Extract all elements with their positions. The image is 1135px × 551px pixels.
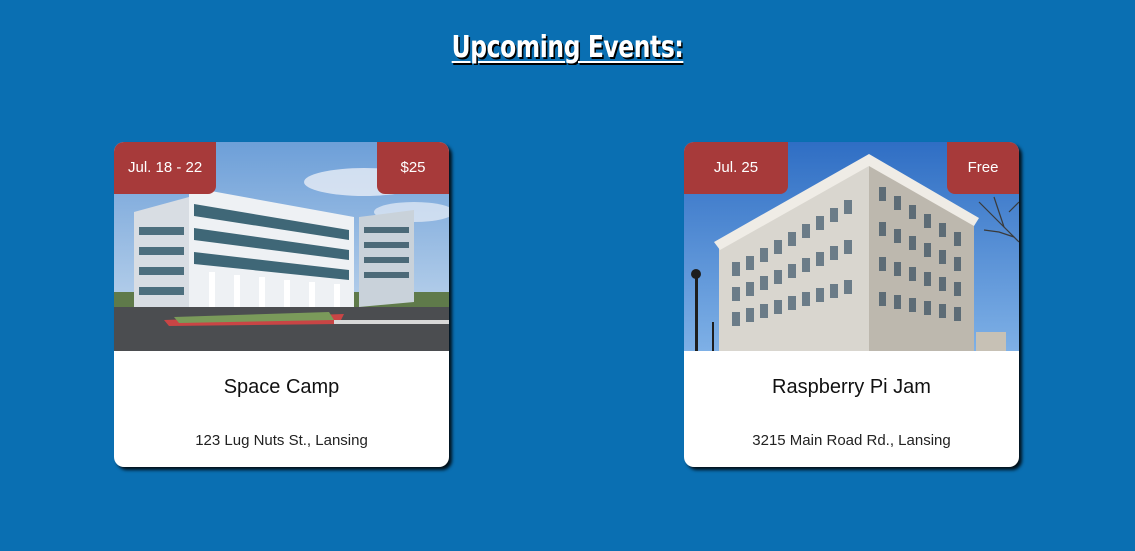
event-title[interactable]: Space Camp: [114, 376, 449, 399]
event-title[interactable]: Raspberry Pi Jam: [684, 376, 1019, 399]
event-price-badge: $25: [377, 142, 449, 194]
event-card-space-camp[interactable]: Jul. 18 - 22 $25 Space Camp 123 Lug Nuts…: [114, 142, 449, 467]
event-card-raspberry-pi-jam[interactable]: Jul. 25 Free Raspberry Pi Jam 3215 Main …: [684, 142, 1019, 467]
event-date-badge: Jul. 18 - 22: [114, 142, 217, 194]
page-heading: Upcoming Events:: [451, 30, 684, 65]
event-price-badge: Free: [947, 142, 1019, 194]
event-address: 123 Lug Nuts St., Lansing: [195, 432, 368, 449]
event-date-badge: Jul. 25: [684, 142, 788, 194]
event-address: 3215 Main Road Rd., Lansing: [752, 432, 951, 449]
